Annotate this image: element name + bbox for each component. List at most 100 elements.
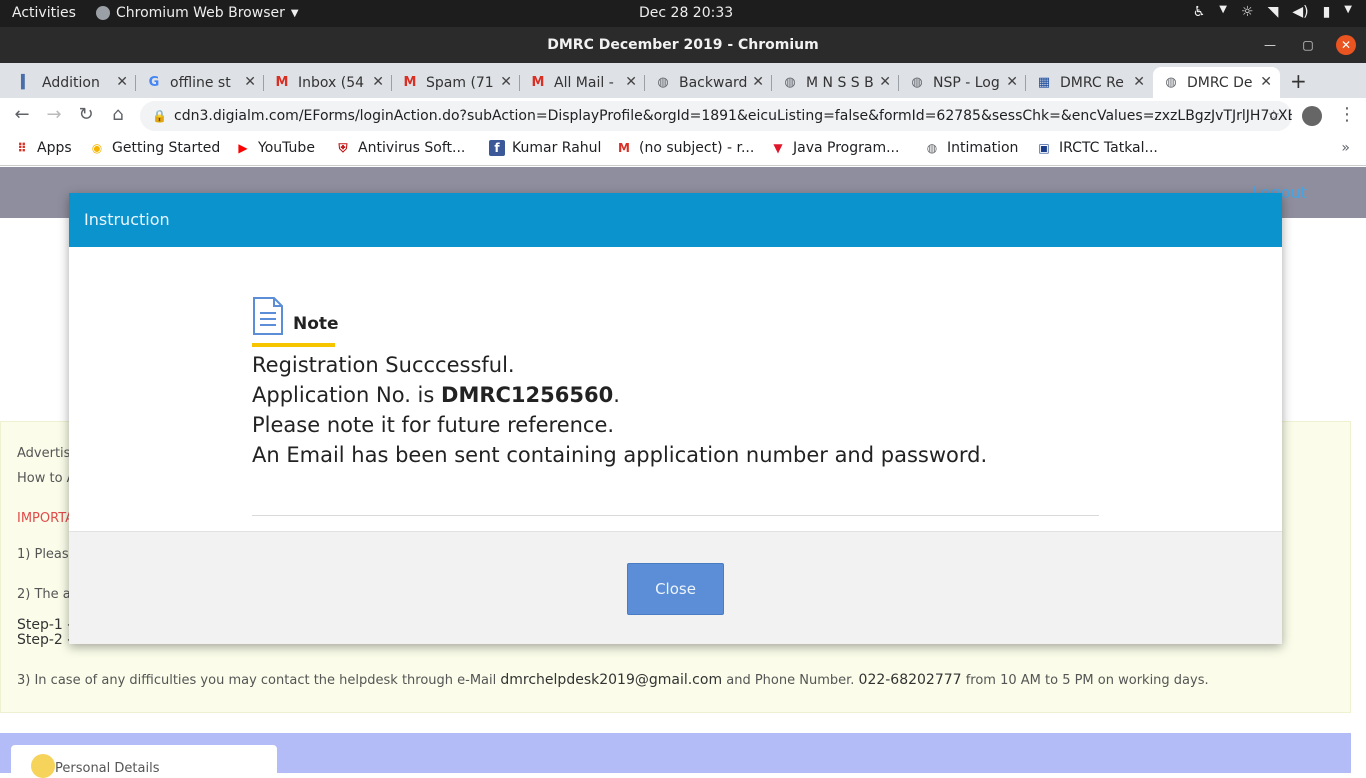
more-bookmarks-icon[interactable]: » xyxy=(1341,140,1350,156)
app-menu-label: Chromium Web Browser xyxy=(116,5,285,21)
irctc-icon: ▣ xyxy=(1038,141,1050,155)
tab-label: offline st xyxy=(170,74,231,91)
application-number-suffix: . xyxy=(613,383,620,407)
close-tab-icon[interactable]: ✕ xyxy=(1006,74,1018,90)
accessibility-icon[interactable]: ♿ xyxy=(1193,4,1206,20)
close-tab-icon[interactable]: ✕ xyxy=(625,74,637,90)
close-tab-icon[interactable]: ✕ xyxy=(500,74,512,90)
tab[interactable]: M Inbox (54 ✕ xyxy=(264,67,392,98)
dmrc-icon: ▦ xyxy=(1037,74,1051,90)
bookmark-intimation[interactable]: ◍ Intimation xyxy=(924,140,1019,156)
chevron-down-icon: ▼ xyxy=(1219,4,1227,15)
tab[interactable]: M All Mail - ✕ xyxy=(520,67,645,98)
tab-label: Backward xyxy=(679,74,748,91)
tab[interactable]: M Spam (71 ✕ xyxy=(392,67,520,98)
bookmark-getting-started[interactable]: ◉ Getting Started xyxy=(89,140,221,156)
note-reference-message: Please note it for future reference. xyxy=(252,413,615,437)
registration-message: Registration Succcessful. xyxy=(252,353,515,377)
forward-icon[interactable]: → xyxy=(42,104,66,125)
bookmark-label: IRCTC Tatkal... xyxy=(1059,140,1158,156)
instruction-modal: Instruction Note Registration Succcessfu… xyxy=(69,193,1282,644)
battery-icon: ▮ xyxy=(1322,4,1331,20)
modal-footer: Close xyxy=(69,531,1282,644)
google-icon: G xyxy=(148,74,160,90)
tab-label: DMRC Re xyxy=(1060,74,1124,91)
close-tab-icon[interactable]: ✕ xyxy=(244,74,256,90)
application-number: DMRC1256560 xyxy=(441,383,614,407)
gmail-icon: M xyxy=(618,141,630,155)
activities-button[interactable]: Activities xyxy=(12,5,76,21)
address-bar[interactable]: 🔒 cdn3.digialm.com/EForms/loginAction.do… xyxy=(140,101,1292,131)
maximize-button[interactable]: ▢ xyxy=(1298,27,1318,63)
gmail-icon: M xyxy=(531,74,545,90)
tab[interactable]: ◍ NSP - Log ✕ xyxy=(899,67,1026,98)
lock-icon[interactable]: 🔒 xyxy=(152,101,167,131)
application-number-prefix: Application No. is xyxy=(252,383,435,407)
close-tab-icon[interactable]: ✕ xyxy=(372,74,384,90)
tab[interactable]: ◍ M N S S B ✕ xyxy=(772,67,899,98)
globe-icon: ◍ xyxy=(1165,74,1177,90)
system-tray[interactable]: ♿ ▼ ☼ ◥ ◀) ▮ ▼ xyxy=(1193,4,1352,20)
bookmark-apps[interactable]: ⠿ Apps xyxy=(14,140,71,156)
bookmark-antivirus[interactable]: ⛨ Antivirus Soft... xyxy=(335,140,465,156)
modal-title: Instruction xyxy=(84,210,170,229)
clock[interactable]: Dec 28 20:33 xyxy=(639,5,733,21)
bookmark-label: Antivirus Soft... xyxy=(358,140,466,156)
bookmark-label: Intimation xyxy=(947,140,1019,156)
bookmark-label: Kumar Rahul xyxy=(512,140,602,156)
bookmark-label: (no subject) - r... xyxy=(639,140,755,156)
note-title: Note xyxy=(293,314,339,334)
bookmark-no-subject[interactable]: M (no subject) - r... xyxy=(616,140,754,156)
brightness-icon: ☼ xyxy=(1241,4,1254,20)
email-sent-message: An Email has been sent containing applic… xyxy=(252,443,988,467)
bookmark-youtube[interactable]: ▶ YouTube xyxy=(235,140,315,156)
app-menu[interactable]: Chromium Web Browser ▼ xyxy=(96,5,299,21)
back-icon[interactable]: ← xyxy=(10,104,34,125)
browser-menu-icon[interactable]: ⋮ xyxy=(1338,104,1356,125)
profile-avatar[interactable] xyxy=(1302,106,1322,126)
bookmark-label: Java Program... xyxy=(793,140,900,156)
document-icon xyxy=(253,297,283,335)
tab-active[interactable]: ◍ DMRC De ✕ xyxy=(1153,67,1280,98)
chromium-icon xyxy=(96,6,110,20)
browser-toolbar: ← → ↻ ⌂ 🔒 cdn3.digialm.com/EForms/loginA… xyxy=(0,98,1366,134)
globe-icon: ◍ xyxy=(911,74,923,90)
tab-label: Addition xyxy=(42,74,100,91)
tab[interactable]: ◍ Backward ✕ xyxy=(645,67,772,98)
close-tab-icon[interactable]: ✕ xyxy=(879,74,891,90)
tab-label: DMRC De xyxy=(1187,74,1253,91)
chrome-icon: ◉ xyxy=(91,141,103,155)
bookmark-star-icon[interactable]: ☆ xyxy=(1267,101,1280,131)
reload-icon[interactable]: ↻ xyxy=(74,104,98,125)
close-tab-icon[interactable]: ✕ xyxy=(1260,74,1272,90)
triangle-logo-icon: ▼ xyxy=(773,141,783,155)
tab[interactable]: G offline st ✕ xyxy=(136,67,264,98)
bookmark-kumar-rahul[interactable]: f Kumar Rahul xyxy=(489,140,601,156)
facebook-icon: f xyxy=(489,140,505,156)
gmail-icon: M xyxy=(275,74,289,90)
tab-label: Spam (71 xyxy=(426,74,494,91)
bookmarks-bar: ⠿ Apps ◉ Getting Started ▶ YouTube ⛨ Ant… xyxy=(0,134,1366,166)
page-favicon-icon: ▍ xyxy=(21,74,31,90)
close-tab-icon[interactable]: ✕ xyxy=(752,74,764,90)
close-tab-icon[interactable]: ✕ xyxy=(1133,74,1145,90)
home-icon[interactable]: ⌂ xyxy=(106,104,130,125)
youtube-icon: ▶ xyxy=(238,141,248,155)
system-top-bar: Activities Chromium Web Browser ▼ Dec 28… xyxy=(0,0,1366,27)
close-tab-icon[interactable]: ✕ xyxy=(116,74,128,90)
minimize-button[interactable]: — xyxy=(1260,27,1280,63)
bookmark-irctc[interactable]: ▣ IRCTC Tatkal... xyxy=(1036,140,1158,156)
close-window-button[interactable]: ✕ xyxy=(1336,35,1356,55)
tab-label: Inbox (54 xyxy=(298,74,365,91)
tab[interactable]: ▍ Addition ✕ xyxy=(8,67,136,98)
bookmark-label: Getting Started xyxy=(112,140,221,156)
close-button[interactable]: Close xyxy=(627,563,724,615)
apps-grid-icon: ⠿ xyxy=(17,141,27,155)
application-number-line: Application No. is DMRC1256560. xyxy=(252,383,620,407)
mcafee-icon: ⛨ xyxy=(338,141,348,155)
tab[interactable]: ▦ DMRC Re ✕ xyxy=(1026,67,1153,98)
url-text: cdn3.digialm.com/EForms/loginAction.do?s… xyxy=(174,108,1292,124)
tab-label: NSP - Log xyxy=(933,74,1000,91)
new-tab-icon[interactable]: + xyxy=(1290,69,1307,93)
bookmark-java-program[interactable]: ▼ Java Program... xyxy=(770,140,899,156)
